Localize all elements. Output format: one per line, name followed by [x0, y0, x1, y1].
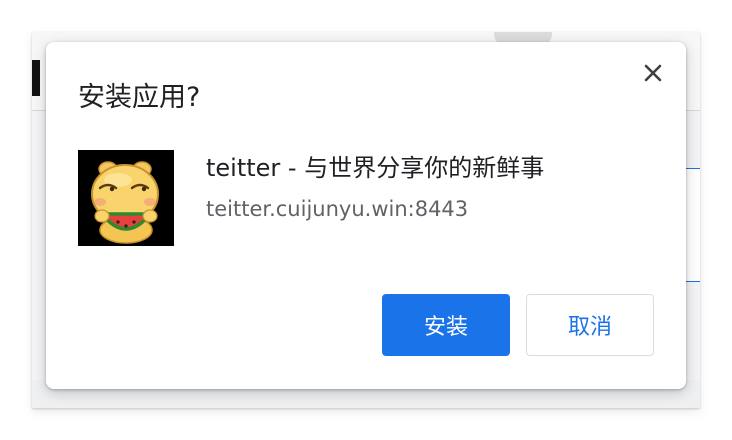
watermelon-emoji-icon — [78, 150, 174, 246]
app-origin-url: teitter.cuijunyu.win:8443 — [206, 197, 469, 221]
app-name: teitter - 与世界分享你的新鲜事 — [206, 154, 545, 182]
install-app-dialog: 安装应用? teitter - 与世界分享你的新鲜事 teitter.cuiju… — [46, 42, 686, 389]
background-logo-fragment — [32, 60, 40, 96]
cancel-button[interactable]: 取消 — [526, 294, 654, 356]
dialog-title: 安装应用? — [78, 82, 201, 113]
app-icon — [78, 150, 174, 246]
close-icon — [644, 64, 662, 82]
close-button[interactable] — [638, 58, 668, 88]
install-button[interactable]: 安装 — [382, 294, 510, 356]
